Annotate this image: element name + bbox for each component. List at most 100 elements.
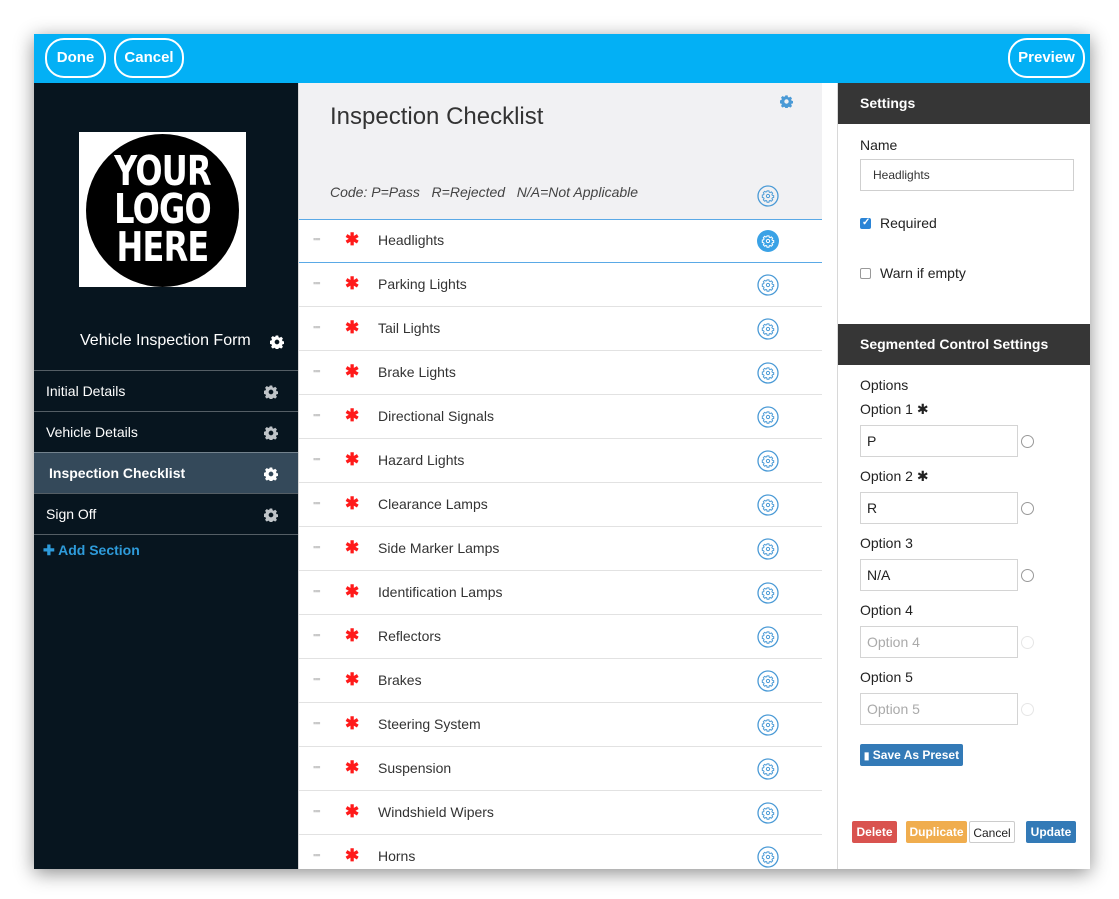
option-default-radio[interactable] xyxy=(1021,636,1034,649)
checklist-item[interactable]: ▪▪▪ ✱ Brakes xyxy=(299,659,822,703)
option-label-text: Option 2 xyxy=(860,468,913,484)
update-button[interactable]: Update xyxy=(1026,821,1076,843)
duplicate-button[interactable]: Duplicate xyxy=(906,821,967,843)
checklist-item-label: Tail Lights xyxy=(378,320,441,336)
item-settings-gear-icon[interactable] xyxy=(757,714,779,736)
item-settings-gear-icon[interactable] xyxy=(757,494,779,516)
checklist-item[interactable]: ▪▪▪ ✱ Headlights xyxy=(299,219,822,263)
item-settings-gear-icon[interactable] xyxy=(757,670,779,692)
checklist-item[interactable]: ▪▪▪ ✱ Reflectors xyxy=(299,615,822,659)
section-item-initial-details[interactable]: Initial Details xyxy=(34,370,298,411)
drag-handle-icon[interactable]: ▪▪▪ xyxy=(313,367,325,376)
checklist-item[interactable]: ▪▪▪ ✱ Hazard Lights xyxy=(299,439,822,483)
gear-icon[interactable] xyxy=(264,385,278,399)
item-settings-gear-icon[interactable] xyxy=(757,450,779,472)
checklist-item[interactable]: ▪▪▪ ✱ Tail Lights xyxy=(299,307,822,351)
option-input[interactable]: P xyxy=(860,425,1018,457)
gear-icon[interactable] xyxy=(264,467,278,481)
drag-handle-icon[interactable]: ▪▪▪ xyxy=(313,851,325,860)
form-settings-gear-icon[interactable] xyxy=(270,335,284,349)
checklist-item[interactable]: ▪▪▪ ✱ Side Marker Lamps xyxy=(299,527,822,571)
required-asterisk-icon: ✱ xyxy=(916,401,929,417)
gear-icon[interactable] xyxy=(264,426,278,440)
item-settings-gear-icon[interactable] xyxy=(757,274,779,296)
drag-handle-icon[interactable]: ▪▪▪ xyxy=(313,411,325,420)
checklist-item[interactable]: ▪▪▪ ✱ Clearance Lamps xyxy=(299,483,822,527)
warn-if-empty-checkbox[interactable] xyxy=(860,268,871,279)
checklist-item[interactable]: ▪▪▪ ✱ Steering System xyxy=(299,703,822,747)
item-settings-gear-icon[interactable] xyxy=(757,230,779,252)
required-asterisk-icon: ✱ xyxy=(345,274,360,293)
section-label: Initial Details xyxy=(46,383,126,399)
page-title: Inspection Checklist xyxy=(330,103,544,130)
option-default-radio[interactable] xyxy=(1021,435,1034,448)
item-settings-gear-icon[interactable] xyxy=(757,362,779,384)
checklist-item-label: Directional Signals xyxy=(378,408,494,424)
section-label: Inspection Checklist xyxy=(49,465,186,481)
item-settings-gear-icon[interactable] xyxy=(757,758,779,780)
item-settings-gear-icon[interactable] xyxy=(757,626,779,648)
cancel-edit-button[interactable]: Cancel xyxy=(969,821,1015,843)
drag-handle-icon[interactable]: ▪▪▪ xyxy=(313,807,325,816)
section-item-vehicle-details[interactable]: Vehicle Details xyxy=(34,411,298,452)
drag-handle-icon[interactable]: ▪▪▪ xyxy=(313,279,325,288)
section-item-inspection-checklist[interactable]: Inspection Checklist xyxy=(34,452,298,493)
checklist-item-label: Clearance Lamps xyxy=(378,496,488,512)
delete-button[interactable]: Delete xyxy=(852,821,897,843)
drag-handle-icon[interactable]: ▪▪▪ xyxy=(313,455,325,464)
required-checkbox[interactable] xyxy=(860,217,871,229)
section-settings-gear-icon[interactable] xyxy=(780,95,793,108)
item-settings-gear-icon[interactable] xyxy=(757,318,779,340)
drag-handle-icon[interactable]: ▪▪▪ xyxy=(313,587,325,596)
item-settings-gear-icon[interactable] xyxy=(757,538,779,560)
option-default-radio[interactable] xyxy=(1021,569,1034,582)
gear-icon[interactable] xyxy=(264,508,278,522)
checklist-item[interactable]: ▪▪▪ ✱ Suspension xyxy=(299,747,822,791)
save-as-preset-button[interactable]: ▮ Save As Preset xyxy=(860,744,963,766)
top-toolbar: Done Cancel Preview xyxy=(34,34,1090,83)
drag-handle-icon[interactable]: ▪▪▪ xyxy=(313,323,325,332)
preview-button[interactable]: Preview xyxy=(1008,38,1085,78)
drag-handle-icon[interactable]: ▪▪▪ xyxy=(313,631,325,640)
add-section-button[interactable]: ✚ Add Section xyxy=(43,542,140,559)
required-asterisk-icon: ✱ xyxy=(345,714,360,733)
legend-gear-icon[interactable] xyxy=(757,185,779,207)
section-label: Vehicle Details xyxy=(46,424,138,440)
checklist-item[interactable]: ▪▪▪ ✱ Directional Signals xyxy=(299,395,822,439)
option-default-radio[interactable] xyxy=(1021,502,1034,515)
drag-handle-icon[interactable]: ▪▪▪ xyxy=(313,235,325,244)
drag-handle-icon[interactable]: ▪▪▪ xyxy=(313,763,325,772)
item-settings-gear-icon[interactable] xyxy=(757,582,779,604)
option-input[interactable]: R xyxy=(860,492,1018,524)
option-input[interactable]: N/A xyxy=(860,559,1018,591)
done-button[interactable]: Done xyxy=(45,38,106,78)
option-default-radio[interactable] xyxy=(1021,703,1034,716)
item-settings-gear-icon[interactable] xyxy=(757,802,779,824)
required-asterisk-icon: ✱ xyxy=(345,758,360,777)
logo-text: YOUR LOGO HERE xyxy=(103,151,222,268)
item-settings-gear-icon[interactable] xyxy=(757,846,779,868)
drag-handle-icon[interactable]: ▪▪▪ xyxy=(313,543,325,552)
option-input[interactable]: Option 4 xyxy=(860,626,1018,658)
logo[interactable]: YOUR LOGO HERE xyxy=(79,132,246,287)
name-field[interactable]: Headlights xyxy=(860,159,1074,191)
checklist-item-label: Parking Lights xyxy=(378,276,467,292)
required-asterisk-icon: ✱ xyxy=(345,846,360,865)
section-item-sign-off[interactable]: Sign Off xyxy=(34,493,298,535)
drag-handle-icon[interactable]: ▪▪▪ xyxy=(313,499,325,508)
drag-handle-icon[interactable]: ▪▪▪ xyxy=(313,719,325,728)
option-input[interactable]: Option 5 xyxy=(860,693,1018,725)
checklist-item[interactable]: ▪▪▪ ✱ Horns xyxy=(299,835,822,869)
checklist-item[interactable]: ▪▪▪ ✱ Brake Lights xyxy=(299,351,822,395)
cancel-button[interactable]: Cancel xyxy=(114,38,184,78)
logo-circle: YOUR LOGO HERE xyxy=(86,134,239,287)
checklist-item[interactable]: ▪▪▪ ✱ Windshield Wipers xyxy=(299,791,822,835)
item-settings-gear-icon[interactable] xyxy=(757,406,779,428)
checklist-item[interactable]: ▪▪▪ ✱ Identification Lamps xyxy=(299,571,822,615)
required-asterisk-icon: ✱ xyxy=(345,362,360,381)
drag-handle-icon[interactable]: ▪▪▪ xyxy=(313,675,325,684)
name-label: Name xyxy=(860,137,898,153)
checklist-item[interactable]: ▪▪▪ ✱ Parking Lights xyxy=(299,263,822,307)
options-label: Options xyxy=(860,377,909,393)
section-label: Sign Off xyxy=(46,506,97,522)
